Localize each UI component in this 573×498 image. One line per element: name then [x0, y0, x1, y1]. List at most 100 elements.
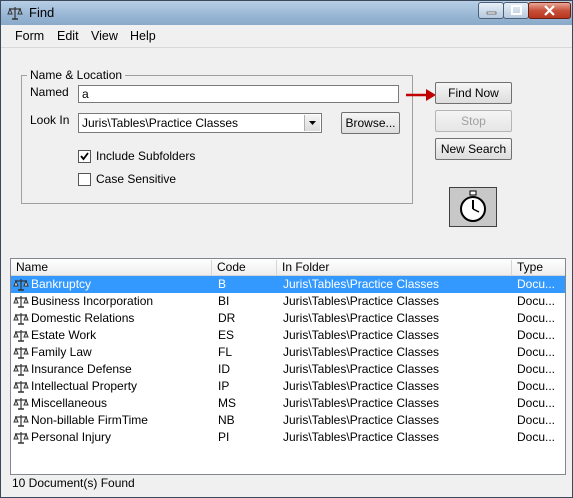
cell-code: DR — [218, 311, 236, 325]
cell-type: Docu... — [517, 413, 556, 427]
cell-code: IP — [218, 379, 230, 393]
cell-folder: Juris\Tables\Practice Classes — [283, 430, 440, 444]
checkmark-icon — [80, 152, 89, 161]
cell-code: MS — [218, 396, 236, 410]
cell-folder: Juris\Tables\Practice Classes — [283, 396, 440, 410]
cell-folder: Juris\Tables\Practice Classes — [283, 379, 440, 393]
look-in-label: Look In — [30, 113, 70, 127]
named-input[interactable]: a — [78, 85, 399, 103]
look-in-value: Juris\Tables\Practice Classes — [82, 116, 239, 130]
cell-code: ES — [218, 328, 235, 342]
cell-code: NB — [218, 413, 235, 427]
cell-name: Intellectual Property — [31, 379, 138, 393]
table-row[interactable]: Family Law FL Juris\Tables\Practice Classe… — [11, 344, 565, 361]
cell-name: Insurance Defense — [31, 362, 132, 376]
results-list[interactable]: Name Code In Folder Type Bankruptcy B Juri… — [10, 258, 566, 475]
cell-type: Docu... — [517, 328, 556, 342]
case-sensitive-label: Case Sensitive — [96, 172, 177, 186]
cell-folder: Juris\Tables\Practice Classes — [283, 311, 440, 325]
cell-type: Docu... — [517, 430, 556, 444]
scales-icon — [13, 364, 29, 376]
stop-button[interactable]: Stop — [435, 110, 512, 132]
cell-code: FL — [218, 345, 233, 359]
cell-folder: Juris\Tables\Practice Classes — [283, 345, 440, 359]
cell-type: Docu... — [517, 345, 556, 359]
red-arrow-icon — [406, 89, 436, 101]
table-row[interactable]: Domestic Relations DR Juris\Tables\Practic… — [11, 310, 565, 327]
close-icon — [544, 5, 555, 16]
stopwatch-icon — [460, 190, 486, 222]
maximize-button[interactable] — [503, 2, 529, 19]
new-search-button[interactable]: New Search — [435, 138, 512, 160]
cell-name: Domestic Relations — [31, 311, 135, 325]
scales-icon — [7, 7, 23, 20]
scales-icon — [13, 347, 29, 359]
table-row[interactable]: Bankruptcy B Juris\Tables\Practice Classes… — [11, 276, 565, 293]
status-bar: 10 Document(s) Found — [10, 475, 566, 495]
menu-help[interactable]: Help — [130, 29, 156, 43]
window-title: Find — [29, 5, 55, 20]
browse-button[interactable]: Browse... — [341, 112, 400, 134]
cell-type: Docu... — [517, 396, 556, 410]
table-row[interactable]: Non-billable FirmTime NB Juris\Tables\Prac… — [11, 412, 565, 429]
scales-icon — [13, 432, 29, 444]
dropdown-button[interactable] — [304, 115, 320, 131]
scales-icon — [13, 279, 29, 291]
table-row[interactable]: Miscellaneous MS Juris\Tables\Practice Cla… — [11, 395, 565, 412]
cell-name: Non-billable FirmTime — [31, 413, 148, 427]
cell-type: Docu... — [517, 379, 556, 393]
cell-folder: Juris\Tables\Practice Classes — [283, 277, 440, 291]
search-animation — [449, 187, 497, 227]
find-window: Find Form Edit View Help Name & Location… — [0, 0, 573, 498]
table-row[interactable]: Business Incorporation BI Juris\Tables\Pra… — [11, 293, 565, 310]
title-bar[interactable]: Find — [1, 1, 572, 25]
case-sensitive-checkbox[interactable] — [78, 173, 91, 186]
cell-code: PI — [218, 430, 230, 444]
named-label: Named — [30, 85, 69, 99]
column-header-folder[interactable]: In Folder — [277, 260, 512, 275]
cell-name: Estate Work — [31, 328, 97, 342]
cell-type: Docu... — [517, 294, 556, 308]
scales-icon — [13, 415, 29, 427]
cell-type: Docu... — [517, 311, 556, 325]
find-now-button[interactable]: Find Now — [435, 82, 512, 104]
status-text: 10 Document(s) Found — [12, 476, 135, 490]
cell-code: ID — [218, 362, 230, 376]
scales-icon — [13, 313, 29, 325]
chevron-down-icon — [309, 121, 316, 125]
menu-edit[interactable]: Edit — [57, 29, 79, 43]
column-header-name[interactable]: Name — [11, 260, 212, 275]
cell-type: Docu... — [517, 277, 556, 291]
table-row[interactable]: Personal Injury PI Juris\Tables\Practice C… — [11, 429, 565, 446]
cell-code: B — [218, 277, 227, 291]
minimize-icon — [486, 11, 497, 15]
cell-folder: Juris\Tables\Practice Classes — [283, 413, 440, 427]
group-title: Name & Location — [27, 68, 126, 82]
column-header-code[interactable]: Code — [212, 260, 277, 275]
cell-code: BI — [218, 294, 230, 308]
scales-icon — [13, 381, 29, 393]
scales-icon — [13, 296, 29, 308]
table-row[interactable]: Estate Work ES Juris\Tables\Practice Class… — [11, 327, 565, 344]
cell-name: Personal Injury — [31, 430, 112, 444]
menu-view[interactable]: View — [91, 29, 118, 43]
cell-name: Business Incorporation — [31, 294, 154, 308]
list-header: Name Code In Folder Type — [11, 259, 565, 276]
menu-form[interactable]: Form — [15, 29, 44, 43]
cell-folder: Juris\Tables\Practice Classes — [283, 294, 440, 308]
cell-folder: Juris\Tables\Practice Classes — [283, 362, 440, 376]
table-row[interactable]: Insurance Defense ID Juris\Tables\Practice… — [11, 361, 565, 378]
include-subfolders-checkbox[interactable] — [78, 150, 91, 163]
include-subfolders-label: Include Subfolders — [96, 149, 196, 163]
cell-name: Miscellaneous — [31, 396, 108, 410]
minimize-button[interactable] — [478, 2, 504, 19]
scales-icon — [13, 330, 29, 342]
table-row[interactable]: Intellectual Property IP Juris\Tables\Prac… — [11, 378, 565, 395]
menu-bar: Form Edit View Help — [1, 25, 572, 48]
look-in-select[interactable]: Juris\Tables\Practice Classes — [78, 113, 322, 133]
close-button[interactable] — [528, 2, 571, 19]
cell-name: Family Law — [31, 345, 92, 359]
cell-folder: Juris\Tables\Practice Classes — [283, 328, 440, 342]
column-header-type[interactable]: Type — [512, 260, 565, 275]
scales-icon — [13, 398, 29, 410]
